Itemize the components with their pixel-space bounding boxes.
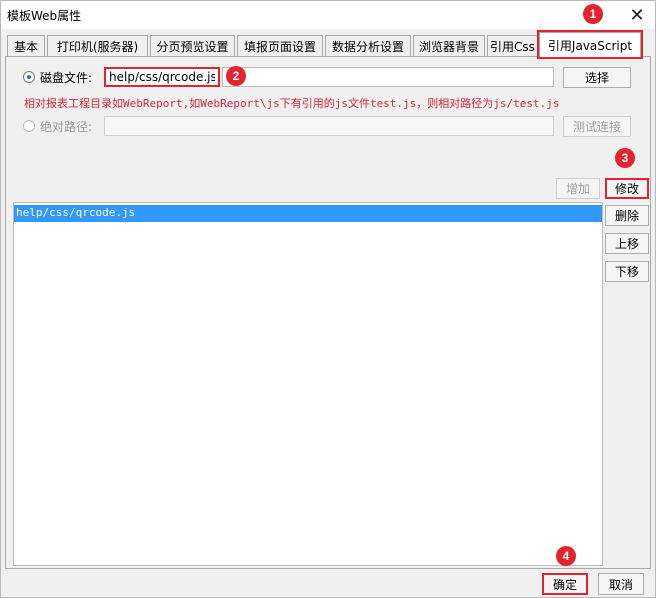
annotation-badge-1: 1	[583, 4, 603, 24]
move-down-button[interactable]: 下移	[605, 261, 649, 282]
disk-file-path-field-extension[interactable]	[222, 67, 554, 87]
move-up-button[interactable]: 上移	[605, 233, 649, 254]
add-button[interactable]: 增加	[556, 178, 600, 199]
javascript-list[interactable]: help/css/qrcode.js	[13, 202, 603, 566]
test-connection-button[interactable]: 测试连接	[563, 116, 631, 137]
list-item[interactable]: help/css/qrcode.js	[14, 205, 602, 222]
disk-file-label: 磁盘文件:	[40, 71, 93, 85]
tab-panel: 磁盘文件: 选择 相对报表工程目录如WebReport,如WebReport\j…	[5, 56, 651, 569]
tab-basic[interactable]: 基本	[7, 35, 45, 57]
modify-button[interactable]: 修改	[605, 178, 649, 199]
annotation-badge-4: 4	[556, 546, 576, 566]
cancel-button[interactable]: 取消	[598, 573, 644, 595]
tab-strip: 基本 打印机(服务器) 分页预览设置 填报页面设置 数据分析设置 浏览器背景 引…	[7, 30, 647, 59]
absolute-path-input[interactable]	[104, 116, 554, 136]
disk-file-path-input[interactable]	[104, 67, 220, 87]
absolute-path-label: 绝对路径:	[40, 120, 93, 134]
disk-file-radio[interactable]	[23, 71, 35, 83]
tab-reference-javascript[interactable]: 引用JavaScript	[537, 30, 643, 59]
tab-printer[interactable]: 打印机(服务器)	[47, 35, 148, 57]
tab-data-analysis[interactable]: 数据分析设置	[325, 35, 411, 57]
annotation-badge-2: 2	[226, 66, 246, 86]
window-title: 模板Web属性	[7, 9, 82, 23]
tab-fill-page[interactable]: 填报页面设置	[237, 35, 323, 57]
tab-paging-preview[interactable]: 分页预览设置	[150, 35, 235, 57]
delete-button[interactable]: 删除	[605, 205, 649, 226]
annotation-badge-3: 3	[615, 148, 635, 168]
close-icon[interactable]: ✕	[625, 3, 649, 27]
tab-reference-css[interactable]: 引用Css	[487, 35, 538, 57]
ok-button[interactable]: 确定	[542, 573, 588, 595]
relative-path-hint: 相对报表工程目录如WebReport,如WebReport\js下有引用的js文…	[24, 97, 560, 110]
absolute-path-radio[interactable]	[23, 120, 35, 132]
tab-browser-background[interactable]: 浏览器背景	[413, 35, 485, 57]
title-bar: 模板Web属性 ✕	[1, 1, 655, 29]
select-file-button[interactable]: 选择	[563, 67, 631, 88]
dialog-window: 模板Web属性 ✕ 基本 打印机(服务器) 分页预览设置 填报页面设置 数据分析…	[0, 0, 656, 598]
